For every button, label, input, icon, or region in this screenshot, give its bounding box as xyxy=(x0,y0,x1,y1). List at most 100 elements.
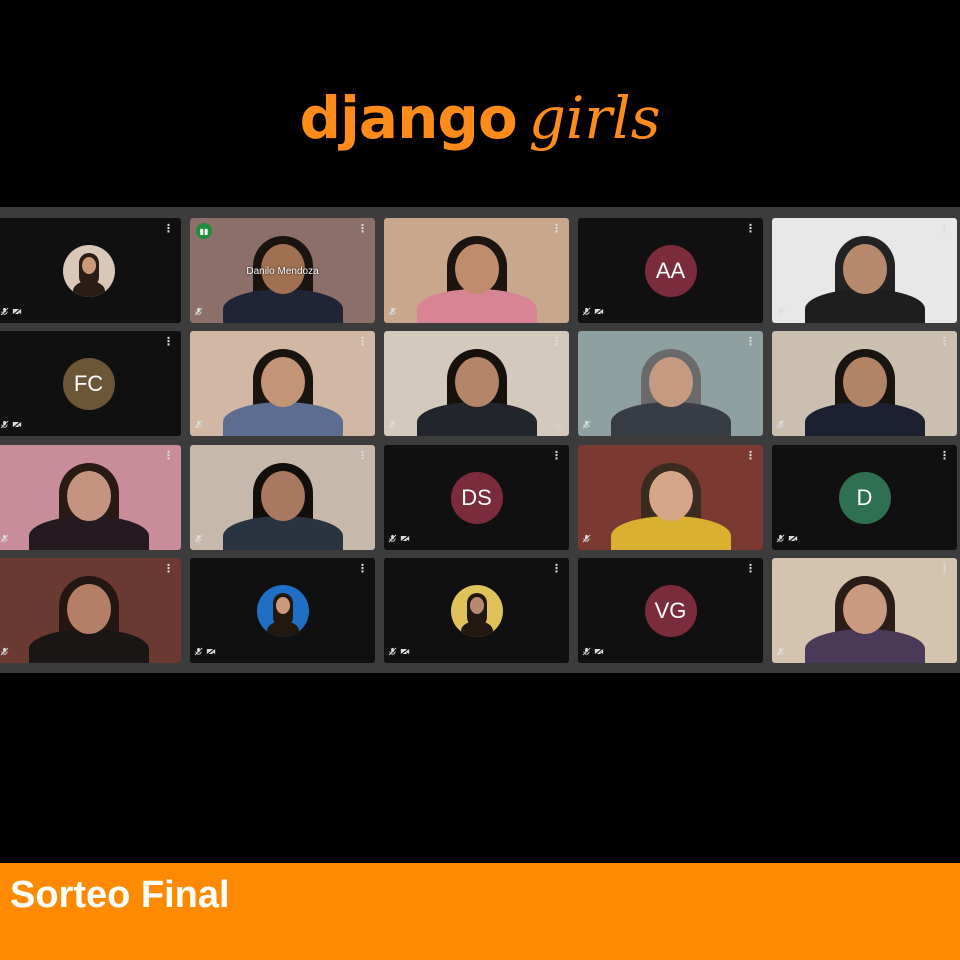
mic-off-icon xyxy=(776,534,785,546)
video-feed xyxy=(578,331,763,436)
participant-tile[interactable]: ⋮ xyxy=(0,445,181,550)
cam-off-icon xyxy=(400,647,410,659)
participant-status-icons xyxy=(0,647,9,659)
participant-status-icons xyxy=(388,534,410,546)
initials-avatar: D xyxy=(838,471,891,524)
mic-off-icon xyxy=(776,647,785,659)
participant-status-icons xyxy=(388,307,397,319)
more-options-icon[interactable]: ⋮ xyxy=(357,336,368,347)
more-options-icon[interactable]: ⋮ xyxy=(163,450,174,461)
participant-tile[interactable]: ⋮ xyxy=(384,558,569,663)
mic-off-icon xyxy=(776,420,785,432)
video-feed xyxy=(0,558,181,663)
pin-icon[interactable]: ☆ xyxy=(554,421,563,432)
more-options-icon[interactable]: ⋮ xyxy=(939,450,950,461)
participant-tile[interactable]: ⋮ xyxy=(578,445,763,550)
footer-title: Sorteo Final xyxy=(10,874,230,916)
participant-silhouette xyxy=(0,445,181,550)
video-feed xyxy=(0,445,181,550)
more-options-icon[interactable]: ⋮ xyxy=(745,450,756,461)
video-feed xyxy=(772,331,957,436)
participant-tile[interactable]: ⋮ xyxy=(772,218,957,323)
more-options-icon[interactable]: ⋮ xyxy=(357,223,368,234)
more-options-icon[interactable]: ⋮ xyxy=(939,223,950,234)
participant-status-icons xyxy=(388,420,397,432)
mic-off-icon xyxy=(388,420,397,432)
more-options-icon[interactable]: ⋮ xyxy=(357,450,368,461)
participant-tile[interactable]: ⋮ xyxy=(190,331,375,436)
more-options-icon[interactable]: ⋮ xyxy=(551,223,562,234)
participant-tile[interactable]: ⋮ xyxy=(772,558,957,663)
mic-off-icon xyxy=(194,647,203,659)
profile-photo-avatar xyxy=(62,244,115,297)
video-feed xyxy=(384,331,569,436)
participant-silhouette xyxy=(384,331,569,436)
more-options-icon[interactable]: ⋮ xyxy=(163,223,174,234)
more-options-icon[interactable]: ⋮ xyxy=(939,336,950,347)
participant-silhouette xyxy=(0,558,181,663)
participant-name-label: Danilo Mendoza xyxy=(246,266,319,277)
profile-photo-avatar xyxy=(450,584,503,637)
participant-tile[interactable]: ⋮ ☆ xyxy=(384,331,569,436)
participant-tile[interactable]: ⋮ xyxy=(578,331,763,436)
cam-off-icon xyxy=(788,534,798,546)
mic-off-icon xyxy=(388,534,397,546)
mic-off-icon xyxy=(0,420,9,432)
more-options-icon[interactable]: ⋮ xyxy=(745,563,756,574)
participant-tile[interactable]: VG ⋮ xyxy=(578,558,763,663)
more-options-icon[interactable]: ⋮ xyxy=(551,336,562,347)
more-options-icon[interactable]: ⋮ xyxy=(163,563,174,574)
participant-status-icons xyxy=(776,307,785,319)
participant-status-icons xyxy=(582,647,604,659)
participant-status-icons xyxy=(776,534,798,546)
mic-off-icon xyxy=(194,420,203,432)
participant-tile[interactable]: D ⋮ xyxy=(772,445,957,550)
mic-off-icon xyxy=(582,420,591,432)
mic-off-icon xyxy=(582,307,591,319)
participant-status-icons xyxy=(776,647,785,659)
more-options-icon[interactable]: ⋮ xyxy=(745,223,756,234)
participant-silhouette xyxy=(578,331,763,436)
video-feed xyxy=(578,445,763,550)
more-options-icon[interactable]: ⋮ xyxy=(357,563,368,574)
initials-avatar: DS xyxy=(450,471,503,524)
video-feed xyxy=(772,218,957,323)
participant-tile[interactable]: ⋮ xyxy=(384,218,569,323)
more-options-icon[interactable]: ⋮ xyxy=(939,563,950,574)
more-options-icon[interactable]: ⋮ xyxy=(163,336,174,347)
cam-off-icon xyxy=(12,307,22,319)
participant-tile[interactable]: ⋮ xyxy=(0,218,181,323)
participant-tile[interactable]: DS ⋮ xyxy=(384,445,569,550)
video-feed xyxy=(190,445,375,550)
initials-avatar: FC xyxy=(62,357,115,410)
participant-tile[interactable]: Danilo Mendoza ▮▮ ⋮ xyxy=(190,218,375,323)
profile-photo-avatar xyxy=(256,584,309,637)
cam-off-icon xyxy=(12,420,22,432)
participant-tile[interactable]: FC ⋮ xyxy=(0,331,181,436)
participant-status-icons xyxy=(0,534,9,546)
participant-tile[interactable]: ⋮ xyxy=(0,558,181,663)
participant-tile[interactable]: ⋮ xyxy=(190,558,375,663)
more-options-icon[interactable]: ⋮ xyxy=(745,336,756,347)
participant-tile[interactable]: ⋮ xyxy=(190,445,375,550)
more-options-icon[interactable]: ⋮ xyxy=(551,563,562,574)
participant-status-icons xyxy=(0,307,22,319)
participant-silhouette xyxy=(190,445,375,550)
participant-status-icons xyxy=(582,534,591,546)
participant-status-icons xyxy=(776,420,785,432)
speaking-indicator-icon: ▮▮ xyxy=(196,223,212,239)
cam-off-icon xyxy=(400,534,410,546)
participant-tile[interactable]: AA ⋮ xyxy=(578,218,763,323)
footer-banner: Sorteo Final xyxy=(0,863,960,960)
participant-status-icons xyxy=(194,534,203,546)
video-feed xyxy=(384,218,569,323)
participant-tile[interactable]: ⋮ xyxy=(772,331,957,436)
participant-silhouette xyxy=(772,218,957,323)
mic-off-icon xyxy=(582,647,591,659)
initials-avatar: AA xyxy=(644,244,697,297)
more-options-icon[interactable]: ⋮ xyxy=(551,450,562,461)
mic-off-icon xyxy=(0,534,9,546)
participant-silhouette xyxy=(384,218,569,323)
mic-off-icon xyxy=(388,647,397,659)
django-girls-logo: django girls xyxy=(0,78,960,158)
